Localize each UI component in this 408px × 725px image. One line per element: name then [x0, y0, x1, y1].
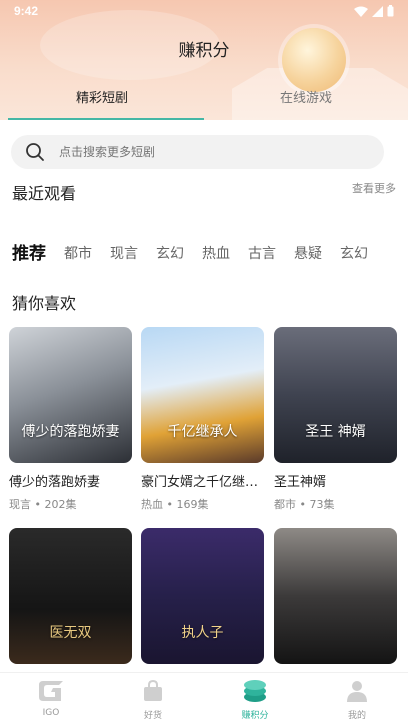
nav-earn-points[interactable]: 赚积分 — [204, 673, 306, 725]
drama-poster[interactable]: 圣王 神婿 — [274, 327, 397, 463]
nav-goods[interactable]: 好货 — [102, 673, 204, 725]
drama-card[interactable]: 傅少的落跑娇妻 傅少的落跑娇妻 现言 • 202集 — [9, 327, 132, 512]
drama-title: 傅少的落跑娇妻 — [9, 475, 101, 490]
see-more-link[interactable]: 查看更多 — [352, 180, 396, 196]
category-tab[interactable]: 悬疑 — [294, 240, 322, 274]
drama-meta: 现言 • 202集 — [9, 498, 77, 511]
drama-card[interactable]: 医无双 — [9, 528, 132, 664]
shopping-bag-icon — [144, 679, 162, 701]
bottom-nav: IGO 好货 赚积分 我的 — [0, 672, 408, 725]
status-time: 9:42 — [14, 4, 39, 18]
drama-poster[interactable]: 千亿继承人 — [141, 327, 264, 463]
drama-card[interactable]: 千亿继承人 豪门女婿之千亿继承人 热血 • 169集 — [141, 327, 264, 512]
battery-icon — [387, 5, 394, 17]
page-title: 赚积分 — [178, 41, 230, 61]
drama-poster[interactable]: 傅少的落跑娇妻 — [9, 327, 132, 463]
drama-poster[interactable] — [274, 528, 397, 664]
tab-short-drama[interactable]: 精彩短剧 — [0, 86, 204, 120]
category-tab[interactable]: 推荐 — [12, 240, 46, 274]
recommend-title: 猜你喜欢 — [12, 294, 77, 313]
wifi-icon — [354, 6, 368, 17]
tab-online-games[interactable]: 在线游戏 — [204, 86, 408, 120]
igo-logo-icon — [39, 681, 63, 701]
category-tab[interactable]: 玄幻 — [156, 240, 184, 274]
tab-label: 精彩短剧 — [75, 91, 128, 106]
drama-card[interactable]: 圣王 神婿 圣王神婿 都市 • 73集 — [274, 327, 397, 512]
top-tabs: 精彩短剧 在线游戏 — [0, 86, 408, 120]
category-tab[interactable]: 现言 — [110, 240, 138, 274]
drama-title: 圣王神婿 — [274, 475, 327, 490]
category-tab[interactable]: 热血 — [202, 240, 230, 274]
drama-meta: 都市 • 73集 — [274, 498, 335, 511]
category-tabs: 推荐 都市 现言 玄幻 热血 古言 悬疑 玄幻 — [12, 240, 408, 274]
recent-watch-title: 最近观看 — [12, 184, 77, 203]
drama-card[interactable] — [274, 528, 397, 664]
drama-meta: 热血 • 169集 — [141, 498, 209, 511]
user-icon — [347, 681, 367, 702]
signal-icon — [372, 5, 383, 17]
coin-stack-icon — [244, 680, 266, 702]
tab-active-indicator — [8, 118, 204, 120]
tab-label: 在线游戏 — [279, 91, 332, 106]
nav-profile[interactable]: 我的 — [306, 673, 408, 725]
status-bar: 9:42 — [14, 4, 394, 20]
category-tab[interactable]: 玄幻 — [340, 240, 368, 274]
drama-poster[interactable]: 医无双 — [9, 528, 132, 664]
nav-igo[interactable]: IGO — [0, 673, 102, 725]
search-icon — [26, 143, 44, 161]
drama-card[interactable]: 执人子 — [141, 528, 264, 664]
header: 9:42 赚积分 精彩短剧 在线游戏 — [0, 0, 408, 120]
category-tab[interactable]: 古言 — [248, 240, 276, 274]
drama-title: 豪门女婿之千亿继承人 — [141, 475, 264, 490]
drama-poster[interactable]: 执人子 — [141, 528, 264, 664]
search-bar[interactable] — [11, 135, 384, 169]
search-input[interactable] — [59, 135, 359, 169]
category-tab[interactable]: 都市 — [64, 240, 92, 274]
